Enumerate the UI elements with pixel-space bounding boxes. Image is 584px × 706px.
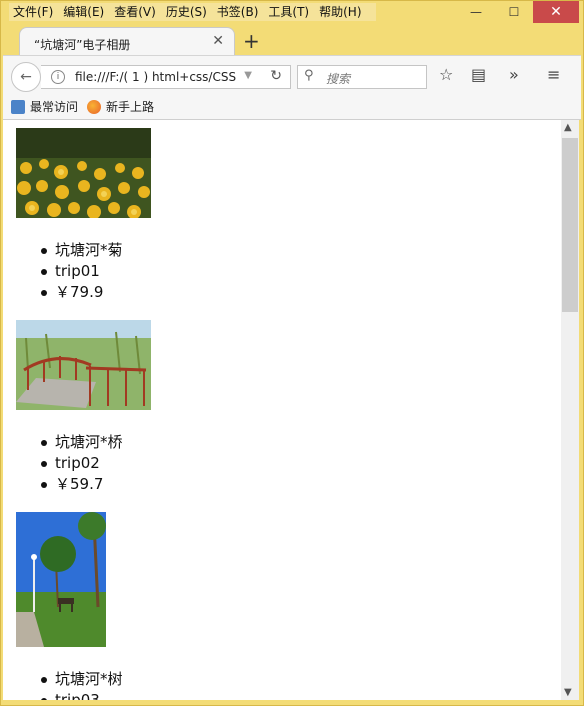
scroll-down-icon[interactable]: ▼ — [564, 687, 572, 698]
dropdown-icon[interactable]: ▼ — [244, 70, 252, 81]
search-icon: ⚲ — [304, 68, 314, 83]
product-price: ￥59.7 — [3, 474, 561, 495]
tree-photo — [16, 512, 106, 647]
page-content: 坑塘河*菊 trip01 ￥79.9 坑塘河*桥 trip02 ￥59.7 坑塘… — [3, 120, 561, 700]
menu-bar: 文件(F) 编辑(E) 查看(V) 历史(S) 书签(B) 工具(T) 帮助(H… — [9, 3, 376, 21]
star-icon[interactable]: ☆ — [439, 65, 453, 84]
menu-view[interactable]: 查看(V) — [114, 3, 156, 21]
close-button[interactable]: ✕ — [533, 1, 579, 23]
scroll-up-icon[interactable]: ▲ — [564, 122, 572, 133]
bookmark-label: 新手上路 — [106, 100, 155, 114]
tab-title: “坑塘河”电子相册 — [34, 38, 131, 52]
hamburger-menu-icon[interactable]: ≡ — [547, 65, 560, 84]
minimize-button[interactable]: — — [457, 1, 495, 23]
menu-edit[interactable]: 编辑(E) — [63, 3, 104, 21]
bookmark-getting-started[interactable]: 新手上路 — [87, 98, 154, 115]
bridge-photo — [16, 320, 151, 410]
product-item: 坑塘河*树 trip03 — [3, 495, 561, 700]
product-name: 坑塘河*树 — [3, 669, 561, 690]
product-name: 坑塘河*桥 — [3, 432, 561, 453]
product-price: ￥79.9 — [3, 282, 561, 303]
library-icon[interactable]: ▤ — [471, 65, 486, 84]
product-code: trip01 — [3, 261, 561, 282]
search-field[interactable]: ⚲ 搜索 — [297, 65, 427, 89]
scroll-thumb[interactable] — [562, 138, 578, 312]
chrysanthemum-photo — [16, 128, 151, 218]
menu-help[interactable]: 帮助(H) — [319, 3, 361, 21]
tab-strip: “坑塘河”电子相册 ✕ + — [1, 23, 583, 57]
tab-close-icon[interactable]: ✕ — [212, 33, 224, 49]
menu-tools[interactable]: 工具(T) — [268, 3, 309, 21]
back-arrow-icon: ← — [20, 69, 32, 85]
product-code: trip03 — [3, 690, 561, 700]
url-text: file:///F:/( 1 ) html+css/CSS — [75, 70, 237, 84]
nav-bar: ← i file:///F:/( 1 ) html+css/CSS ▼ ↻ ⚲ … — [3, 55, 581, 96]
bookmarks-bar: 最常访问 新手上路 — [3, 95, 581, 120]
overflow-icon[interactable]: » — [509, 65, 519, 84]
maximize-button[interactable]: ☐ — [495, 1, 533, 23]
window-controls: — ☐ ✕ — [457, 1, 579, 23]
menu-file[interactable]: 文件(F) — [13, 3, 53, 21]
menu-bookmarks[interactable]: 书签(B) — [217, 3, 259, 21]
product-info-list: 坑塘河*菊 trip01 ￥79.9 — [3, 240, 561, 303]
info-icon[interactable]: i — [51, 70, 65, 84]
product-item: 坑塘河*菊 trip01 ￥79.9 — [3, 120, 561, 303]
menu-history[interactable]: 历史(S) — [166, 3, 207, 21]
product-info-list: 坑塘河*桥 trip02 ￥59.7 — [3, 432, 561, 495]
reload-icon[interactable]: ↻ — [270, 68, 282, 84]
back-button[interactable]: ← — [11, 62, 41, 92]
bookmark-label: 最常访问 — [30, 100, 79, 114]
folder-icon — [11, 99, 25, 114]
firefox-icon — [87, 99, 101, 114]
product-code: trip02 — [3, 453, 561, 474]
tab-album[interactable]: “坑塘河”电子相册 ✕ — [19, 27, 235, 57]
product-info-list: 坑塘河*树 trip03 — [3, 669, 561, 700]
browser-window: 文件(F) 编辑(E) 查看(V) 历史(S) 书签(B) 工具(T) 帮助(H… — [0, 0, 584, 706]
new-tab-button[interactable]: + — [243, 29, 260, 53]
search-placeholder: 搜索 — [326, 72, 351, 86]
product-name: 坑塘河*菊 — [3, 240, 561, 261]
vertical-scrollbar[interactable]: ▲ ▼ — [561, 120, 579, 700]
bookmark-most-visited[interactable]: 最常访问 — [11, 98, 78, 115]
product-item: 坑塘河*桥 trip02 ￥59.7 — [3, 303, 561, 495]
url-bar[interactable]: i file:///F:/( 1 ) html+css/CSS ▼ ↻ — [41, 65, 291, 89]
